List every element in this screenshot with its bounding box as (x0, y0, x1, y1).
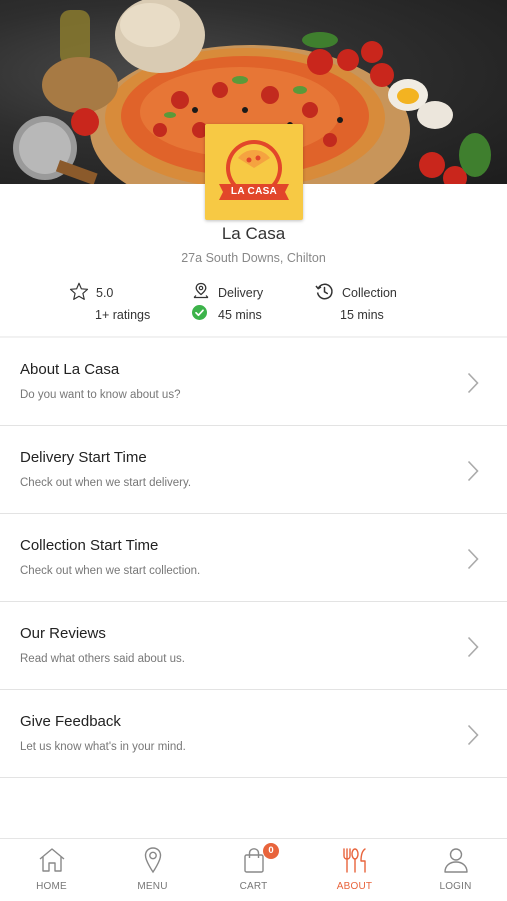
menu-item-delivery-start-time[interactable]: Delivery Start Time Check out when we st… (0, 426, 507, 514)
tab-home[interactable]: HOME (1, 839, 102, 901)
menu-item-our-reviews[interactable]: Our Reviews Read what others said about … (0, 602, 507, 690)
menu-item-subtitle: Do you want to know about us? (20, 389, 181, 401)
restaurant-name: La Casa (221, 224, 286, 243)
fork-knife-icon (340, 845, 370, 880)
menu-item-subtitle: Read what others said about us. (20, 653, 185, 665)
check-circle-icon (192, 305, 207, 323)
chevron-right-icon (467, 636, 479, 663)
menu-item-title: About La Casa (20, 361, 120, 378)
tab-label: MENU (137, 881, 168, 892)
chevron-right-icon (467, 548, 479, 575)
rating-value: 5.0 (96, 286, 114, 300)
menu-item-title: Our Reviews (20, 625, 106, 642)
tab-about[interactable]: ABOUT (304, 839, 405, 901)
home-icon (37, 845, 67, 880)
tab-label: LOGIN (439, 881, 472, 892)
history-clock-icon (315, 282, 334, 304)
delivery-label: Delivery (218, 286, 264, 300)
rating-count: 1+ ratings (95, 308, 151, 322)
user-icon (441, 845, 471, 880)
menu-item-subtitle: Check out when we start delivery. (20, 477, 192, 489)
cart-count-badge: 0 (263, 843, 279, 859)
restaurant-address: 27a South Downs, Chilton (181, 251, 326, 265)
chevron-right-icon (467, 724, 479, 751)
delivery-pin-icon (192, 282, 210, 303)
tab-login[interactable]: LOGIN (405, 839, 506, 901)
tab-label: ABOUT (336, 881, 373, 892)
menu-item-about[interactable]: About La Casa Do you want to know about … (0, 338, 507, 426)
menu-item-title: Collection Start Time (20, 537, 159, 554)
menu-item-give-feedback[interactable]: Give Feedback Let us know what's in your… (0, 690, 507, 778)
menu-item-title: Give Feedback (20, 713, 121, 730)
menu-item-title: Delivery Start Time (20, 449, 147, 466)
bottom-tab-bar: HOME MENU 0 CART ABOUT LOGIN (0, 838, 507, 901)
tab-label: CART (239, 881, 268, 892)
chevron-right-icon (467, 460, 479, 487)
star-icon (69, 282, 89, 304)
collection-time: 15 mins (340, 308, 384, 322)
menu-item-subtitle: Check out when we start collection. (20, 565, 201, 577)
menu-item-collection-start-time[interactable]: Collection Start Time Check out when we … (0, 514, 507, 602)
location-pin-icon (138, 845, 168, 880)
delivery-time: 45 mins (218, 308, 262, 322)
tab-label: HOME (36, 881, 67, 892)
logo-text: LA CASA (230, 186, 278, 197)
tab-menu[interactable]: MENU (102, 839, 203, 901)
collection-label: Collection (342, 286, 397, 300)
restaurant-logo: LA CASA (205, 124, 303, 220)
tab-cart[interactable]: 0 CART (203, 839, 304, 901)
menu-item-subtitle: Let us know what's in your mind. (20, 741, 186, 753)
chevron-right-icon (467, 372, 479, 399)
